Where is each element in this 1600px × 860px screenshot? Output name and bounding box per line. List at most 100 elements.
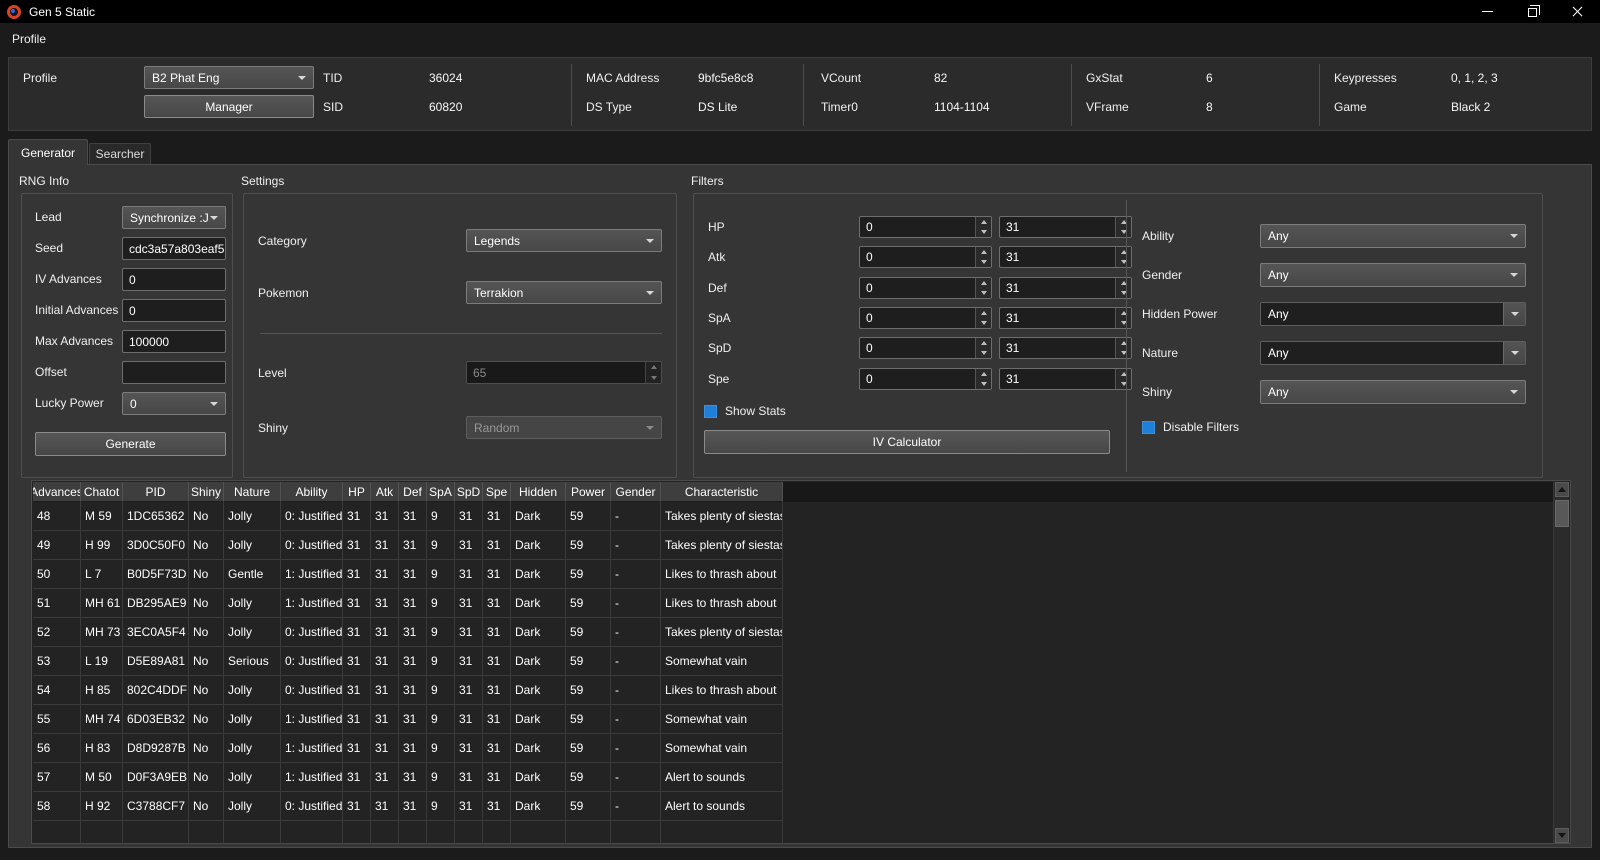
table-cell[interactable]: Gentle <box>224 560 281 589</box>
table-cell[interactable]: 54 <box>33 676 81 705</box>
spin-down-button[interactable] <box>1116 227 1131 237</box>
minimize-button[interactable] <box>1465 0 1510 23</box>
iv-min-spinbox[interactable]: 0 <box>859 307 992 329</box>
spin-up-button[interactable] <box>976 217 991 227</box>
table-cell[interactable]: Dark <box>511 676 566 705</box>
table-cell[interactable]: 51 <box>33 589 81 618</box>
table-cell[interactable]: D8D9287B <box>123 734 189 763</box>
table-cell[interactable]: 31 <box>343 792 371 821</box>
column-header-gender[interactable]: Gender <box>611 482 661 502</box>
table-cell[interactable]: 59 <box>566 734 611 763</box>
table-cell[interactable]: Takes plenty of siestas <box>661 531 783 560</box>
table-cell[interactable]: 31 <box>455 502 483 531</box>
max-advances-input[interactable]: 100000 <box>122 330 226 353</box>
column-header-hidden[interactable]: Hidden <box>511 482 566 502</box>
table-cell[interactable]: 31 <box>371 763 399 792</box>
spin-up-button[interactable] <box>1116 338 1131 348</box>
table-cell[interactable]: 56 <box>33 734 81 763</box>
table-cell[interactable]: 31 <box>455 618 483 647</box>
table-cell[interactable]: Jolly <box>224 618 281 647</box>
table-cell[interactable]: 802C4DDF <box>123 676 189 705</box>
table-cell[interactable]: 1: Justified <box>281 560 343 589</box>
table-cell[interactable]: 55 <box>33 705 81 734</box>
close-button[interactable] <box>1555 0 1600 23</box>
table-cell[interactable]: 31 <box>483 676 511 705</box>
iv-max-spinbox[interactable]: 31 <box>999 337 1132 359</box>
table-cell[interactable]: 0: Justified <box>281 792 343 821</box>
table-cell[interactable]: - <box>611 647 661 676</box>
table-cell[interactable]: Alert to sounds <box>661 792 783 821</box>
spin-up-button[interactable] <box>976 247 991 257</box>
table-cell[interactable] <box>224 821 281 843</box>
table-cell[interactable]: Dark <box>511 734 566 763</box>
table-cell[interactable]: 59 <box>566 502 611 531</box>
table-cell[interactable]: 31 <box>343 531 371 560</box>
shiny-select[interactable]: Random <box>466 416 662 439</box>
table-cell[interactable]: 31 <box>399 531 427 560</box>
table-cell[interactable] <box>566 821 611 843</box>
table-cell[interactable]: 31 <box>371 647 399 676</box>
spin-up-button[interactable] <box>1116 308 1131 318</box>
table-cell[interactable]: 9 <box>427 763 455 792</box>
column-header-shiny[interactable]: Shiny <box>189 482 224 502</box>
table-cell[interactable]: 9 <box>427 589 455 618</box>
iv-max-spinbox[interactable]: 31 <box>999 277 1132 299</box>
table-row[interactable]: 50L 7B0D5F73DNoGentle1: Justified3131319… <box>33 560 1554 589</box>
column-header-power[interactable]: Power <box>566 482 611 502</box>
table-cell[interactable]: 31 <box>343 618 371 647</box>
table-cell[interactable] <box>455 821 483 843</box>
table-cell[interactable]: 9 <box>427 705 455 734</box>
combo-button[interactable] <box>1503 342 1525 364</box>
show-stats-checkbox[interactable] <box>704 405 717 418</box>
table-cell[interactable]: 0: Justified <box>281 531 343 560</box>
table-cell[interactable]: 31 <box>455 531 483 560</box>
iv-max-spinbox[interactable]: 31 <box>999 216 1132 238</box>
table-cell[interactable]: 31 <box>483 734 511 763</box>
table-cell[interactable]: 31 <box>455 734 483 763</box>
column-header-spe[interactable]: Spe <box>483 482 511 502</box>
table-cell[interactable]: - <box>611 705 661 734</box>
table-row[interactable]: 48M 591DC65362NoJolly0: Justified3131319… <box>33 502 1554 531</box>
table-cell[interactable]: MH 74 <box>81 705 123 734</box>
table-cell[interactable]: 59 <box>566 647 611 676</box>
table-cell[interactable]: Somewhat vain <box>661 647 783 676</box>
table-cell[interactable]: 31 <box>399 792 427 821</box>
spin-up-button[interactable] <box>1116 247 1131 257</box>
table-cell[interactable]: D5E89A81 <box>123 647 189 676</box>
spin-down-button[interactable] <box>1116 348 1131 358</box>
table-cell[interactable]: L 19 <box>81 647 123 676</box>
column-header-atk[interactable]: Atk <box>371 482 399 502</box>
table-cell[interactable]: 52 <box>33 618 81 647</box>
table-cell[interactable]: - <box>611 560 661 589</box>
table-cell[interactable]: L 7 <box>81 560 123 589</box>
table-cell[interactable]: 31 <box>371 734 399 763</box>
table-cell[interactable] <box>343 821 371 843</box>
table-cell[interactable]: - <box>611 763 661 792</box>
filter-select-ability[interactable]: Any <box>1260 224 1526 248</box>
spin-up-button[interactable] <box>976 338 991 348</box>
table-cell[interactable]: - <box>611 502 661 531</box>
table-cell[interactable]: Likes to thrash about <box>661 560 783 589</box>
table-cell[interactable]: Dark <box>511 531 566 560</box>
scroll-down-button[interactable] <box>1555 828 1569 843</box>
table-cell[interactable]: 31 <box>343 705 371 734</box>
spin-up-button[interactable] <box>1116 278 1131 288</box>
column-header-nature[interactable]: Nature <box>224 482 281 502</box>
table-cell[interactable]: Dark <box>511 502 566 531</box>
table-cell[interactable]: 31 <box>483 792 511 821</box>
table-cell[interactable]: 9 <box>427 560 455 589</box>
table-cell[interactable]: 48 <box>33 502 81 531</box>
table-cell[interactable]: No <box>189 502 224 531</box>
table-cell[interactable]: 31 <box>371 676 399 705</box>
table-cell[interactable]: Dark <box>511 560 566 589</box>
table-cell[interactable]: 31 <box>483 560 511 589</box>
table-cell[interactable]: 31 <box>483 705 511 734</box>
table-cell[interactable]: No <box>189 618 224 647</box>
lucky-power-select[interactable]: 0 <box>122 392 226 415</box>
table-row[interactable]: 58H 92C3788CF7NoJolly0: Justified3131319… <box>33 792 1554 821</box>
table-cell[interactable]: Dark <box>511 618 566 647</box>
table-row[interactable]: 51MH 61DB295AE9NoJolly1: Justified313131… <box>33 589 1554 618</box>
column-header-characteristic[interactable]: Characteristic <box>661 482 783 502</box>
spin-down-button[interactable] <box>976 227 991 237</box>
table-cell[interactable]: Jolly <box>224 502 281 531</box>
